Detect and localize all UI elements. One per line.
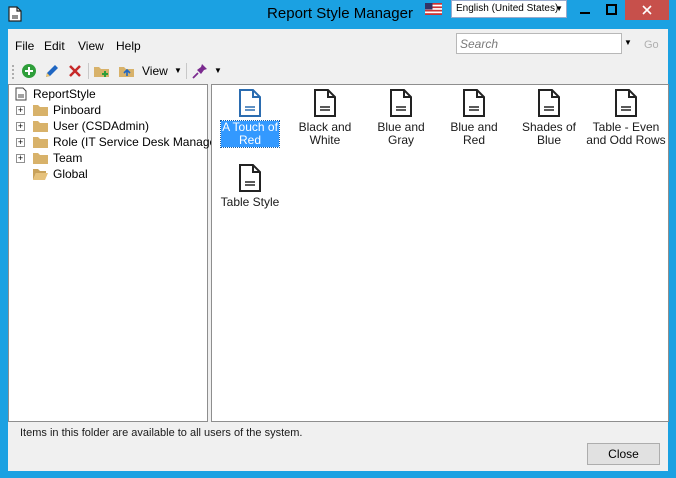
file-label: Table Style xyxy=(220,195,280,209)
tree-item-label: Global xyxy=(53,167,88,181)
report-style-file-icon xyxy=(239,164,261,192)
report-style-file-icon xyxy=(463,89,485,117)
file-label: Shades of Blue xyxy=(521,120,577,147)
pin-icon[interactable] xyxy=(191,62,209,80)
view-chevron-down-icon[interactable]: ▼ xyxy=(174,66,182,75)
pin-chevron-down-icon[interactable]: ▼ xyxy=(214,66,222,75)
folder-icon xyxy=(33,137,48,148)
go-button[interactable]: Go xyxy=(644,39,659,51)
tree-item-label: Pinboard xyxy=(53,103,102,117)
chevron-down-icon: ▼ xyxy=(555,4,563,13)
file-item-blue-and-red[interactable]: Blue and Red xyxy=(437,88,511,147)
tree-item-user[interactable]: + User (CSDAdmin) xyxy=(15,118,205,134)
folder-up-icon[interactable] xyxy=(118,62,136,80)
close-icon xyxy=(642,5,652,15)
window-frame-left xyxy=(0,28,8,478)
new-folder-icon[interactable] xyxy=(93,62,111,80)
menu-file[interactable]: File xyxy=(15,39,34,53)
menu-edit[interactable]: Edit xyxy=(44,39,65,53)
tree-item-label: User (CSDAdmin) xyxy=(53,119,150,133)
tree-item-pinboard[interactable]: + Pinboard xyxy=(15,102,205,118)
client-area: File Edit View Help Search ▼ Go View ▼ ▼… xyxy=(8,29,669,471)
add-icon[interactable] xyxy=(20,62,38,80)
toolbar-separator xyxy=(186,63,187,79)
search-input[interactable]: Search xyxy=(456,33,622,54)
language-select[interactable]: English (United States) ▼ xyxy=(451,0,567,18)
close-window-button[interactable] xyxy=(625,0,669,20)
report-style-file-icon xyxy=(615,89,637,117)
report-style-file-icon xyxy=(390,89,412,117)
view-menu-button[interactable]: View xyxy=(142,64,168,78)
window-frame-right xyxy=(668,28,676,478)
report-style-file-icon xyxy=(538,89,560,117)
folder-status-text: Items in this folder are available to al… xyxy=(20,427,303,439)
window-frame-bottom xyxy=(0,471,676,478)
file-label: Blue and Gray xyxy=(377,120,425,147)
tree-item-label: Role (IT Service Desk Manager) xyxy=(53,135,225,149)
file-item-shades-of-blue[interactable]: Shades of Blue xyxy=(512,88,586,147)
file-label: A Touch of Red xyxy=(220,120,280,148)
edit-pencil-icon[interactable] xyxy=(43,62,61,80)
tree-root-label: ReportStyle xyxy=(33,87,96,101)
minimize-icon xyxy=(580,12,590,14)
file-list: A Touch of Red Black and White Blue and … xyxy=(211,84,669,422)
file-label: Table - Even and Odd Rows xyxy=(586,120,666,147)
search-dropdown-icon[interactable]: ▼ xyxy=(624,38,632,47)
expand-icon[interactable]: + xyxy=(16,106,25,115)
folder-icon xyxy=(33,105,48,116)
document-app-icon xyxy=(8,6,22,22)
tree-item-team[interactable]: + Team xyxy=(15,150,205,166)
app-window: Report Style Manager English (United Sta… xyxy=(0,0,676,478)
delete-icon[interactable] xyxy=(66,62,84,80)
toolbar: View ▼ ▼ xyxy=(8,60,668,82)
folder-tree: ReportStyle + Pinboard + User (CSDAdmin)… xyxy=(8,84,224,422)
file-label: Blue and Red xyxy=(450,120,498,147)
folder-icon xyxy=(33,153,48,164)
title-bar[interactable]: Report Style Manager English (United Sta… xyxy=(0,0,676,28)
close-button[interactable]: Close xyxy=(587,443,660,465)
file-item-black-and-white[interactable]: Black and White xyxy=(288,88,362,147)
menu-view[interactable]: View xyxy=(78,39,104,53)
report-style-file-icon xyxy=(239,89,261,117)
file-label: Black and White xyxy=(298,120,352,147)
file-item-blue-and-gray[interactable]: Blue and Gray xyxy=(362,88,440,147)
window-title: Report Style Manager xyxy=(267,5,413,22)
tree-item-label: Team xyxy=(53,151,83,165)
tree-item-global[interactable]: Global xyxy=(15,166,205,182)
folder-icon xyxy=(33,121,48,132)
file-item-table-style[interactable]: Table Style xyxy=(213,163,287,209)
expand-icon[interactable]: + xyxy=(16,138,25,147)
expand-icon[interactable]: + xyxy=(16,154,25,163)
toolbar-separator xyxy=(88,63,89,79)
tree-item-role[interactable]: + Role (IT Service Desk Manager) xyxy=(15,134,224,150)
us-flag-icon xyxy=(425,3,442,15)
report-style-file-icon xyxy=(314,89,336,117)
maximize-icon xyxy=(605,4,617,15)
file-item-table-even-and-odd-rows[interactable]: Table - Even and Odd Rows xyxy=(585,88,667,147)
expand-icon[interactable]: + xyxy=(16,122,25,131)
language-value: English (United States) xyxy=(456,3,559,14)
maximize-button[interactable] xyxy=(598,0,624,20)
document-icon xyxy=(15,87,27,101)
file-item-a-touch-of-red[interactable]: A Touch of Red xyxy=(213,88,287,148)
minimize-button[interactable] xyxy=(572,0,598,20)
menu-help[interactable]: Help xyxy=(116,39,141,53)
open-folder-icon xyxy=(33,169,48,180)
